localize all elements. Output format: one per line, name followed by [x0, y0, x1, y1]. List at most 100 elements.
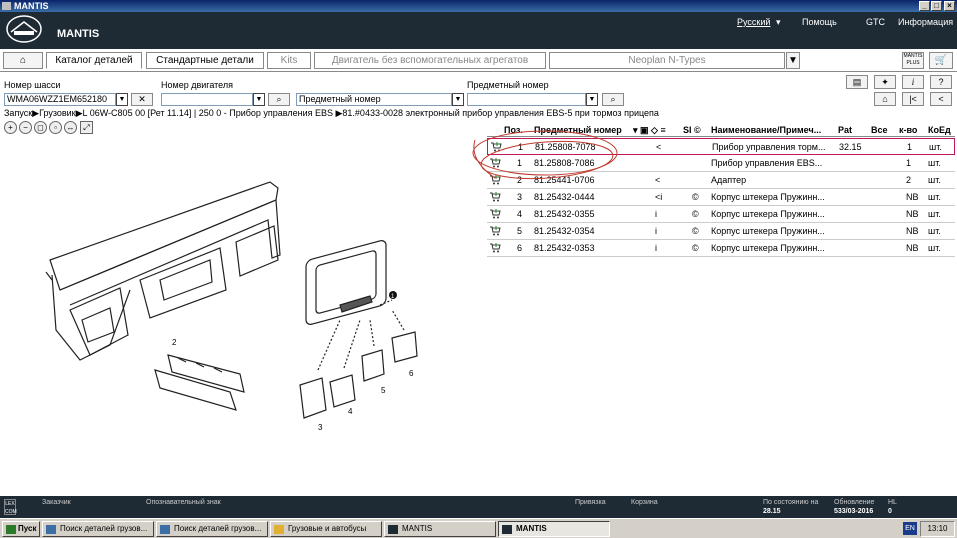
diagram-label-2[interactable]: 2: [172, 338, 177, 347]
taskbar-item[interactable]: MANTIS: [384, 521, 496, 537]
row-part-number: 81.25432-0354: [534, 226, 595, 236]
zoom-out-icon[interactable]: −: [19, 121, 32, 134]
row-flag: i: [655, 226, 657, 236]
print-button[interactable]: ▤: [846, 75, 868, 89]
diagram-label-6[interactable]: 6: [409, 369, 414, 378]
table-row[interactable]: 6 81.25432-0353 i © Корпус штекера Пружинн..…: [487, 240, 955, 257]
fullscreen-icon[interactable]: ⤢: [80, 121, 93, 134]
start-button[interactable]: Пуск: [2, 521, 40, 537]
language-indicator[interactable]: EN: [903, 522, 917, 535]
search-icon: ⌕: [276, 94, 282, 104]
row-name: Корпус штекера Пружинн...: [711, 209, 825, 219]
col-unit[interactable]: КоЕд: [928, 124, 951, 137]
col-si[interactable]: SI: [683, 124, 692, 137]
update-label: Обновление: [834, 499, 875, 506]
add-to-cart-icon[interactable]: [490, 243, 501, 253]
row-pos: 5: [517, 226, 523, 236]
taskbar-item[interactable]: Грузовые и автобусы: [270, 521, 382, 537]
row-flag: <: [656, 142, 662, 152]
search-icon: ⌕: [610, 94, 616, 104]
zoom-in-icon[interactable]: +: [4, 121, 17, 134]
minimize-button[interactable]: _: [919, 1, 930, 11]
taskbar-item-label: MANTIS: [402, 524, 433, 533]
chevron-down-icon[interactable]: ▾: [776, 17, 781, 28]
row-copyright: ©: [692, 243, 699, 253]
close-icon: ✕: [138, 94, 146, 104]
help-link[interactable]: Помощь: [802, 17, 837, 27]
part-number-label: Предметный номер: [467, 80, 549, 90]
question-icon: ?: [938, 77, 944, 87]
add-to-cart-icon[interactable]: [490, 226, 501, 236]
home-button[interactable]: ⌂: [3, 52, 43, 69]
parts-diagram[interactable]: 1 2 3 4 5 6: [40, 160, 470, 445]
chassis-input[interactable]: WMA06WZZ1EM652180: [4, 93, 116, 106]
close-button[interactable]: ×: [944, 1, 955, 11]
app-name: MANTIS: [57, 28, 100, 40]
as-of-label: По состоянию на: [763, 499, 819, 506]
engine-dropdown[interactable]: ▼: [253, 93, 265, 106]
home-nav-button[interactable]: ⌂: [874, 92, 896, 106]
tab-parts-catalog[interactable]: Каталог деталей: [46, 52, 142, 69]
taskbar-item-label: Поиск деталей грузов...: [174, 524, 262, 533]
add-to-cart-icon[interactable]: [490, 209, 501, 219]
row-qty: 1: [907, 142, 913, 152]
zoom-fit-icon[interactable]: ◻: [34, 121, 47, 134]
engine-input[interactable]: [161, 93, 253, 106]
row-unit: шт.: [928, 243, 941, 253]
zoom-area-icon[interactable]: ▫: [49, 121, 62, 134]
col-all[interactable]: Все: [871, 124, 888, 137]
mantis-plus-button[interactable]: MANTIS PLUS: [902, 52, 924, 69]
col-qty[interactable]: к-во: [899, 124, 917, 137]
row-qty: 2: [906, 175, 912, 185]
engine-search-button[interactable]: ⌕: [268, 93, 290, 106]
info-link[interactable]: Информация: [898, 17, 953, 27]
zoom-width-icon[interactable]: ↔: [64, 121, 77, 134]
row-unit: шт.: [928, 192, 941, 202]
row-qty: NB: [906, 192, 919, 202]
part-type-select[interactable]: Предметный номер: [296, 93, 452, 106]
chassis-dropdown[interactable]: ▼: [116, 93, 128, 106]
tab-standard-parts[interactable]: Стандартные детали: [146, 52, 264, 69]
tab-kits[interactable]: Kits: [267, 52, 311, 69]
cart-button[interactable]: 🛒: [929, 52, 953, 69]
back-button[interactable]: <: [930, 92, 952, 106]
clear-chassis-button[interactable]: ✕: [131, 93, 153, 106]
tab-neoplan[interactable]: Neoplan N-Types: [549, 52, 785, 69]
taskbar-item-label: Грузовые и автобусы: [288, 524, 367, 533]
part-type-dropdown[interactable]: ▼: [452, 93, 464, 106]
col-pat[interactable]: Pat: [838, 124, 852, 137]
diagram-label-4[interactable]: 4: [348, 407, 353, 416]
help-button[interactable]: ?: [930, 75, 952, 89]
breadcrumb[interactable]: Запуск▶Грузовик▶L 06W-C805 00 [Рет 11.14…: [4, 108, 659, 119]
browser-icon: [160, 525, 170, 534]
info-button[interactable]: i: [902, 75, 924, 89]
binding-label: Привязка: [575, 499, 606, 506]
part-number-dropdown[interactable]: ▼: [586, 93, 598, 106]
part-search-button[interactable]: ⌕: [602, 93, 624, 106]
language-selector[interactable]: Русский: [737, 17, 770, 27]
row-unit: шт.: [928, 209, 941, 219]
maximize-button[interactable]: □: [931, 1, 942, 11]
taskbar-item-active[interactable]: MANTIS: [498, 521, 610, 537]
triangle-down-icon: ▼: [788, 55, 798, 66]
taskbar-item[interactable]: Поиск деталей грузов...: [42, 521, 154, 537]
app-header: MANTIS Русский ▾ Помощь GTC Информация: [0, 12, 957, 49]
col-name[interactable]: Наименование/Примеч...: [711, 124, 821, 137]
part-number-input[interactable]: [467, 93, 586, 106]
diagram-label-3[interactable]: 3: [318, 423, 323, 432]
gtc-link[interactable]: GTC: [866, 17, 885, 27]
tab-engine[interactable]: Двигатель без вспомогательных агрегатов: [314, 52, 546, 69]
status-bar: LEX COM Заказчик Опознавательный знак При…: [0, 496, 957, 518]
taskbar-item[interactable]: Поиск деталей грузов...: [156, 521, 268, 537]
row-name: Корпус штекера Пружинн...: [711, 226, 825, 236]
table-row[interactable]: 5 81.25432-0354 i © Корпус штекера Пружинн..…: [487, 223, 955, 240]
row-copyright: ©: [692, 226, 699, 236]
tab-dropdown-button[interactable]: ▼: [786, 52, 800, 69]
first-button[interactable]: |<: [902, 92, 924, 106]
row-flag: <i: [655, 192, 663, 202]
diagram-label-5[interactable]: 5: [381, 386, 386, 395]
pin-button[interactable]: ✦: [874, 75, 896, 89]
taskbar-item-label: MANTIS: [516, 524, 547, 533]
row-part-number: 81.25432-0353: [534, 243, 595, 253]
app-icon: [2, 2, 11, 10]
